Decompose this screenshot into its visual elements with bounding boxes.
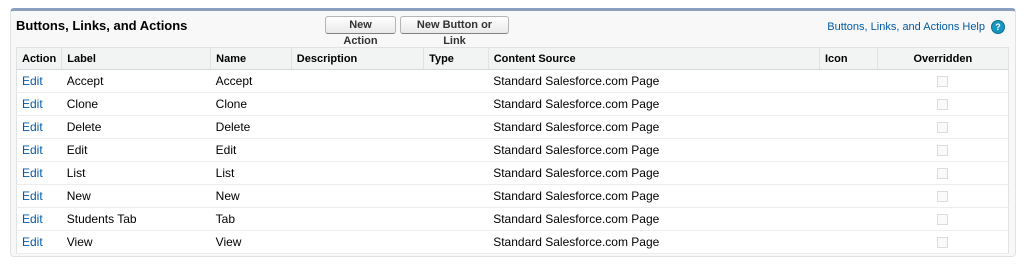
label-cell: Accept [61,69,211,93]
content-source-cell: Standard Salesforce.com Page [488,161,820,185]
column-header-description: Description [291,47,425,70]
description-cell [291,184,424,208]
type-cell [423,161,489,185]
edit-link[interactable]: Edit [22,120,43,134]
overridden-checkbox [937,76,949,88]
table-row: Edit New New Standard Salesforce.com Pag… [16,184,1009,208]
name-cell: List [210,161,292,185]
type-cell [423,207,489,231]
icon-cell [819,69,878,93]
column-header-label: Label [61,47,212,70]
icon-cell [819,207,878,231]
column-header-action: Action [16,47,63,70]
table-row: Edit Clone Clone Standard Salesforce.com… [16,92,1009,116]
label-cell: Clone [61,92,211,116]
table-row: Edit Delete Delete Standard Salesforce.c… [16,115,1009,139]
help-area: Buttons, Links, and Actions Help ? [827,20,1005,34]
actions-table: Action Label Name Description Type Conte… [16,47,1009,254]
overridden-checkbox [937,122,949,134]
icon-cell [819,184,878,208]
type-cell [423,230,489,254]
overridden-checkbox [937,145,949,157]
icon-cell [819,161,878,185]
description-cell [291,161,424,185]
column-header-type: Type [423,47,489,70]
description-cell [291,92,424,116]
icon-cell [819,230,878,254]
help-link[interactable]: Buttons, Links, and Actions Help [827,21,985,33]
label-cell: View [61,230,211,254]
icon-cell [819,92,878,116]
new-action-button[interactable]: New Action [325,16,396,47]
table-row: Edit Students Tab Tab Standard Salesforc… [16,207,1009,231]
edit-link[interactable]: Edit [22,235,43,249]
label-cell: Edit [61,138,211,162]
name-cell: View [210,230,292,254]
column-header-overridden: Overridden [877,47,1009,70]
table-header-row: Action Label Name Description Type Conte… [16,47,1009,70]
type-cell [423,138,489,162]
label-cell: Students Tab [61,207,211,231]
name-cell: Accept [210,69,292,93]
table-row: Edit List List Standard Salesforce.com P… [16,161,1009,185]
edit-link[interactable]: Edit [22,97,43,111]
edit-link[interactable]: Edit [22,166,43,180]
description-cell [291,138,424,162]
label-cell: Delete [61,115,211,139]
column-header-icon: Icon [819,47,878,70]
table-row: Edit Accept Accept Standard Salesforce.c… [16,69,1009,93]
icon-cell [819,115,878,139]
overridden-checkbox [937,214,949,226]
name-cell: New [210,184,292,208]
edit-link[interactable]: Edit [22,74,43,88]
content-source-cell: Standard Salesforce.com Page [488,207,820,231]
type-cell [423,184,489,208]
buttons-links-actions-panel: Buttons, Links, and Actions New Action N… [10,8,1016,257]
help-icon[interactable]: ? [991,20,1005,34]
description-cell [291,115,424,139]
content-source-cell: Standard Salesforce.com Page [488,230,820,254]
overridden-checkbox [937,191,949,203]
edit-link[interactable]: Edit [22,212,43,226]
table-row: Edit View View Standard Salesforce.com P… [16,230,1009,254]
content-source-cell: Standard Salesforce.com Page [488,115,820,139]
content-source-cell: Standard Salesforce.com Page [488,92,820,116]
overridden-checkbox [937,168,949,180]
panel-title: Buttons, Links, and Actions [16,18,188,33]
panel-header: Buttons, Links, and Actions New Action N… [11,11,1015,47]
label-cell: New [61,184,211,208]
name-cell: Clone [210,92,292,116]
column-header-content-source: Content Source [488,47,820,70]
name-cell: Delete [210,115,292,139]
icon-cell [819,138,878,162]
overridden-checkbox [937,237,949,249]
description-cell [291,230,424,254]
edit-link[interactable]: Edit [22,189,43,203]
table-row: Edit Edit Edit Standard Salesforce.com P… [16,138,1009,162]
content-source-cell: Standard Salesforce.com Page [488,184,820,208]
edit-link[interactable]: Edit [22,143,43,157]
type-cell [423,92,489,116]
type-cell [423,69,489,93]
content-source-cell: Standard Salesforce.com Page [488,69,820,93]
column-header-name: Name [210,47,292,70]
name-cell: Edit [210,138,292,162]
content-source-cell: Standard Salesforce.com Page [488,138,820,162]
new-button-or-link-button[interactable]: New Button or Link [400,16,509,47]
type-cell [423,115,489,139]
overridden-checkbox [937,99,949,111]
description-cell [291,207,424,231]
name-cell: Tab [210,207,292,231]
description-cell [291,69,424,93]
label-cell: List [61,161,211,185]
